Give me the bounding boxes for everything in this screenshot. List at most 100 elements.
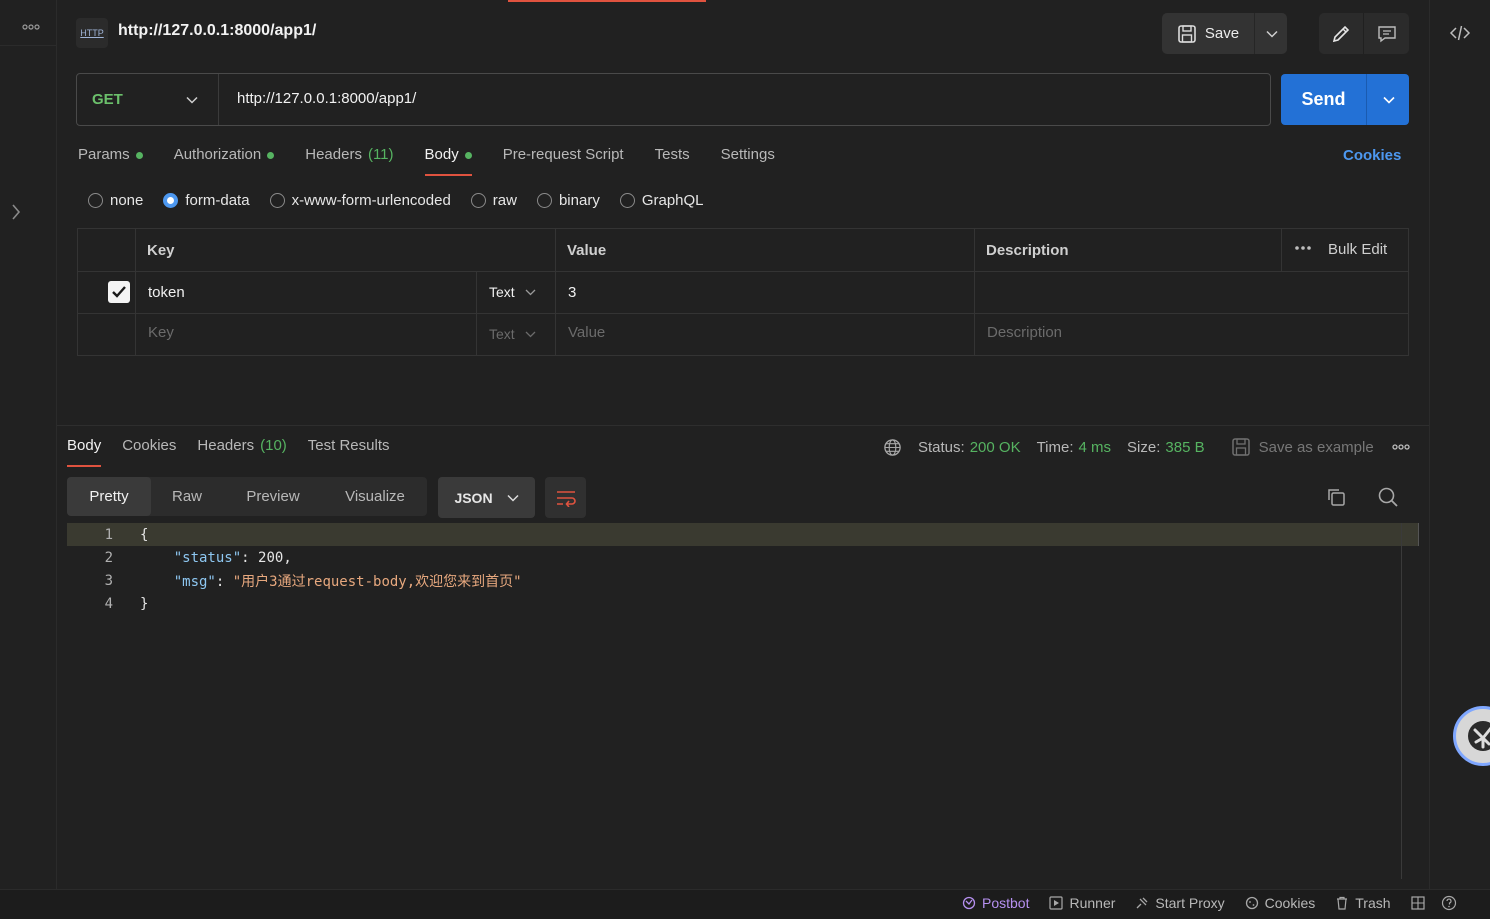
body-type-radios: none form-data x-www-form-urlencoded raw…: [88, 192, 724, 209]
comment-icon[interactable]: [1364, 13, 1409, 54]
footer-cookies[interactable]: Cookies: [1245, 895, 1315, 911]
help-icon[interactable]: [1441, 895, 1457, 911]
radio-form-data[interactable]: form-data: [163, 192, 250, 209]
radio-circle: [88, 193, 103, 208]
row-type-select[interactable]: Text: [489, 284, 536, 300]
time-label: Time:: [1036, 438, 1074, 456]
footer-trash[interactable]: Trash: [1335, 895, 1391, 911]
tab-headers[interactable]: Headers (11): [305, 146, 393, 176]
tab-body[interactable]: Body: [424, 146, 472, 176]
resp-tab-headers[interactable]: Headers (10): [197, 437, 286, 467]
send-options-chevron-down-icon[interactable]: [1368, 74, 1409, 125]
chevron-down-icon: [525, 331, 536, 338]
new-value-placeholder[interactable]: Value: [568, 324, 605, 341]
form-data-table: Key Value Description Bulk Edit token Te…: [77, 228, 1409, 356]
new-type-select[interactable]: Text: [489, 326, 536, 342]
code-line: 1 {: [67, 523, 1419, 546]
play-icon: [1049, 896, 1064, 910]
params-indicator-dot: [135, 152, 143, 159]
chevron-down-icon: [525, 289, 536, 296]
layout-toggle-icon[interactable]: [1410, 896, 1425, 910]
url-bar: GET http://127.0.0.1:8000/app1/: [76, 73, 1271, 126]
footer-runner[interactable]: Runner: [1049, 895, 1115, 911]
chevron-down-icon: [507, 494, 519, 502]
left-sidebar-collapsed: [0, 0, 57, 889]
tab-params[interactable]: Params: [78, 146, 143, 176]
url-input[interactable]: http://127.0.0.1:8000/app1/: [237, 90, 416, 107]
code-snippet-icon[interactable]: [1446, 20, 1474, 46]
row-enabled-checkbox[interactable]: [108, 281, 130, 303]
more-options-icon[interactable]: [1294, 245, 1312, 251]
more-icon[interactable]: [22, 22, 40, 32]
response-body-editor[interactable]: 1 { 2 "status": 200, 3 "msg": "用户3通过requ…: [67, 523, 1419, 883]
search-icon[interactable]: [1377, 486, 1399, 508]
view-preview-button[interactable]: Preview: [223, 477, 323, 516]
send-button[interactable]: Send: [1281, 74, 1367, 125]
edit-pencil-icon[interactable]: [1319, 13, 1364, 54]
row-key[interactable]: token: [148, 284, 185, 301]
radio-raw[interactable]: raw: [470, 192, 517, 209]
globe-icon[interactable]: [883, 438, 902, 457]
resp-tab-cookies[interactable]: Cookies: [122, 437, 176, 467]
row-value[interactable]: 3: [568, 284, 576, 301]
tab-tests[interactable]: Tests: [655, 146, 690, 176]
request-tabs: Params Authorization Headers (11) Body Pr…: [78, 146, 806, 176]
save-options-chevron-down-icon[interactable]: [1256, 13, 1287, 54]
cookies-link[interactable]: Cookies: [1343, 147, 1401, 164]
radio-circle-selected: [163, 193, 179, 208]
time-value[interactable]: 4 ms: [1079, 439, 1112, 456]
radio-urlencoded[interactable]: x-www-form-urlencoded: [269, 192, 451, 209]
new-key-placeholder[interactable]: Key: [148, 324, 174, 341]
radio-circle: [470, 193, 486, 208]
radio-circle: [536, 193, 552, 208]
trash-icon: [1335, 896, 1349, 910]
response-view-modes: Pretty Raw Preview Visualize: [67, 477, 427, 516]
size-label: Size:: [1127, 438, 1161, 456]
col-key-header: Key: [147, 242, 175, 259]
view-visualize-button[interactable]: Visualize: [323, 477, 427, 516]
save-button[interactable]: Save: [1162, 13, 1255, 54]
postbot-icon: [1465, 718, 1490, 754]
code-line: 2 "status": 200,: [104, 549, 292, 566]
cookie-icon: [1245, 896, 1259, 910]
save-button-group: Save: [1162, 13, 1287, 54]
response-divider[interactable]: [57, 425, 1429, 426]
code-line: 3 "msg": "用户3通过request-body,欢迎您来到首页": [104, 572, 522, 590]
view-pretty-button[interactable]: Pretty: [67, 477, 151, 516]
footer-postbot[interactable]: Postbot: [962, 895, 1029, 911]
resp-tab-body[interactable]: Body: [67, 437, 102, 467]
editor-scrollbar[interactable]: [1401, 523, 1402, 879]
response-more-icon[interactable]: [1392, 442, 1410, 452]
tab-prerequest-script[interactable]: Pre-request Script: [503, 146, 624, 176]
new-description-placeholder[interactable]: Description: [987, 324, 1062, 341]
save-label: Save: [1204, 25, 1240, 42]
code-line: 4 }: [104, 595, 149, 612]
chevron-down-icon: [186, 96, 198, 104]
bulk-edit-link[interactable]: Bulk Edit: [1328, 241, 1387, 258]
radio-graphql[interactable]: GraphQL: [619, 192, 704, 209]
postbot-icon: [962, 896, 976, 910]
radio-circle: [619, 193, 635, 208]
send-button-group: Send: [1281, 74, 1409, 125]
view-raw-button[interactable]: Raw: [151, 477, 223, 516]
size-value[interactable]: 385 B: [1165, 439, 1204, 456]
wrap-lines-icon[interactable]: [545, 477, 586, 518]
http-request-icon: HTTP: [76, 18, 108, 48]
radio-none[interactable]: none: [88, 192, 143, 209]
response-tabs: Body Cookies Headers (10) Test Results: [67, 436, 421, 467]
expand-sidebar-chevron-icon[interactable]: [10, 202, 22, 222]
method-label: GET: [92, 91, 123, 108]
tab-authorization[interactable]: Authorization: [174, 146, 275, 176]
radio-binary[interactable]: binary: [536, 192, 600, 209]
tab-settings[interactable]: Settings: [721, 146, 775, 176]
footer-start-proxy[interactable]: Start Proxy: [1135, 895, 1225, 911]
method-select[interactable]: GET: [77, 74, 219, 125]
copy-icon[interactable]: [1325, 486, 1347, 508]
resp-tab-test-results[interactable]: Test Results: [308, 437, 390, 467]
status-value[interactable]: 200 OK: [970, 439, 1021, 456]
active-tab-indicator: [508, 0, 706, 2]
status-label: Status:: [918, 438, 965, 456]
save-as-example-button[interactable]: Save as example: [1231, 437, 1374, 457]
request-title[interactable]: http://127.0.0.1:8000/app1/: [118, 22, 316, 40]
format-select[interactable]: JSON: [438, 477, 535, 518]
